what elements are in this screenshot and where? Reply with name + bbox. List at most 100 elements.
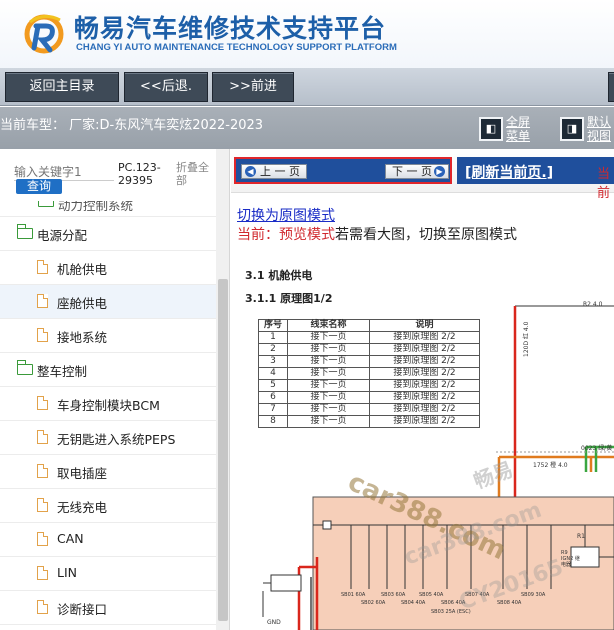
prev-page-label: 上 一 页 <box>260 165 300 178</box>
nav-bar: 返回主目录 <<后退. >>前进 <box>0 68 614 106</box>
table-row: 6 接下一页 接到原理图 2/2 <box>258 391 480 404</box>
cell: 3 <box>258 355 288 368</box>
wiring-diagram[interactable]: 3.1 机舱供电 3.1.1 原理图1/2 序号 线束名称 说明 1 接下一页 接到… <box>241 257 614 630</box>
cell: 接下一页 <box>287 355 370 368</box>
page-icon <box>37 532 48 546</box>
tree-item-peps[interactable]: 无钥匙进入系统PEPS <box>0 421 216 455</box>
next-page-button[interactable]: 下 一 页 ▶ <box>385 164 449 179</box>
tree-item-engine-power[interactable]: 机舱供电 <box>0 251 216 285</box>
tree-item-cabin-power[interactable]: 座舱供电 <box>0 285 216 319</box>
current-car-model: 当前车型： 厂家:D-东风汽车奕炫2022-2023 <box>0 118 264 133</box>
tree-item-bcm[interactable]: 车身控制模块BCM <box>0 387 216 421</box>
table-header: 线束名称 <box>287 319 370 332</box>
cell: 接下一页 <box>287 403 370 416</box>
mode-current: 当前：预览模式 <box>237 227 335 243</box>
default-view-link[interactable]: 默认 视图 <box>587 115 611 143</box>
page-icon <box>37 566 48 580</box>
tree-item-label: LIN <box>57 565 78 580</box>
page-icon <box>37 600 48 614</box>
scrollbar-thumb[interactable] <box>218 279 228 621</box>
search-button[interactable]: 查询 <box>16 179 62 194</box>
tree-item-label: 诊断接口 <box>57 602 108 617</box>
switch-original-mode-link[interactable]: 切换为原图模式 <box>237 205 335 225</box>
prev-page-button[interactable]: ◀ 上 一 页 <box>241 164 307 179</box>
tree-item-label: 座舱供电 <box>57 296 108 311</box>
tree-folder-partial[interactable]: 动力控制系统 <box>0 201 216 217</box>
sidebar-scrollbar[interactable] <box>216 149 229 630</box>
mode-status: 当前：预览模式若需看大图，切换至原图模式 <box>237 224 517 244</box>
tree-item-label: CAN <box>57 531 84 546</box>
cell: 接下一页 <box>287 331 370 344</box>
search-area: 查询 PC.123-29395 折叠全部 <box>0 149 216 201</box>
tree-item-can[interactable]: CAN <box>0 523 216 557</box>
page-icon <box>37 464 48 478</box>
page-icon <box>37 328 48 342</box>
table-row: 3 接下一页 接到原理图 2/2 <box>258 355 480 368</box>
arrow-left-icon: ◀ <box>245 166 256 177</box>
cell: 5 <box>258 379 288 392</box>
collapse-all-button[interactable]: 折叠全部 <box>176 161 216 187</box>
tree-folder-label: 动力控制系统 <box>58 201 134 213</box>
app-header: 畅易汽车维修技术支持平台 CHANG YI AUTO MAINTENANCE T… <box>0 0 614 68</box>
wiring-schematic <box>262 305 614 630</box>
fullscreen-menu-link[interactable]: 全屏 菜单 <box>506 115 530 143</box>
table-row: 1 接下一页 接到原理图 2/2 <box>258 331 480 344</box>
tree-item-lin[interactable]: LIN <box>0 557 216 591</box>
tree-item-label: 车身控制模块BCM <box>57 398 160 413</box>
table-row: 5 接下一页 接到原理图 2/2 <box>258 379 480 392</box>
cell: 接到原理图 2/2 <box>369 379 480 392</box>
back-button[interactable]: <<后退. <box>124 72 208 102</box>
cell: 2 <box>258 343 288 356</box>
cell: 接下一页 <box>287 379 370 392</box>
home-button[interactable]: 返回主目录 <box>5 72 119 102</box>
tree-folder-vehicle-control[interactable]: 整车控制 <box>0 353 216 387</box>
table-row: 2 接下一页 接到原理图 2/2 <box>258 343 480 356</box>
cell: 1 <box>258 331 288 344</box>
folder-open-icon <box>16 360 33 375</box>
refresh-bar: [刷新当前页.] <box>457 157 614 184</box>
section-title: 3.1 机舱供电 <box>245 269 313 282</box>
page-icon <box>37 396 48 410</box>
cell: 8 <box>258 415 288 428</box>
cell: 4 <box>258 367 288 380</box>
cell: 接到原理图 2/2 <box>369 403 480 416</box>
cell: 接下一页 <box>287 415 370 428</box>
cell: 6 <box>258 391 288 404</box>
brand-title: 畅易汽车维修技术支持平台 <box>74 14 387 43</box>
tree-item-wireless-charging[interactable]: 无线充电 <box>0 489 216 523</box>
table-row: 7 接下一页 接到原理图 2/2 <box>258 403 480 416</box>
page-icon <box>37 294 48 308</box>
page-icon <box>37 260 48 274</box>
default-view-icon[interactable]: ◨ <box>560 117 584 141</box>
pager-box: ◀ 上 一 页 下 一 页 ▶ <box>234 157 452 184</box>
table-row: 4 接下一页 接到原理图 2/2 <box>258 367 480 380</box>
tree-item-label: 无线充电 <box>57 500 108 515</box>
tree-folder-label: 电源分配 <box>37 228 88 243</box>
brand-subtitle: CHANG YI AUTO MAINTENANCE TECHNOLOGY SUP… <box>76 42 397 53</box>
cell: 接下一页 <box>287 391 370 404</box>
connector-index-table: 序号 线束名称 说明 1 接下一页 接到原理图 2/2 2 接下一页 接到原理图 2/2… <box>258 319 480 428</box>
nav-edge-button[interactable] <box>608 72 614 102</box>
tree-folder-label: 整车控制 <box>37 364 88 379</box>
tree-folder-power[interactable]: 电源分配 <box>0 217 216 251</box>
cell: 接到原理图 2/2 <box>369 391 480 404</box>
fullscreen-icon[interactable]: ◧ <box>479 117 503 141</box>
mode-tip: 若需看大图，切换至原图模式 <box>335 227 517 243</box>
tree-item-power-outlet[interactable]: 取电插座 <box>0 455 216 489</box>
forward-button[interactable]: >>前进 <box>212 72 294 102</box>
tree-item-label: 取电插座 <box>57 466 108 481</box>
nav-tree: 动力控制系统 电源分配 机舱供电 座舱供电 接地系统 整车控制 车身控制模块BC… <box>0 201 216 625</box>
sidebar: 查询 PC.123-29395 折叠全部 动力控制系统 电源分配 机舱供电 座舱… <box>0 149 230 630</box>
tree-item-diag-port[interactable]: 诊断接口 <box>0 591 216 625</box>
pager-bar: ◀ 上 一 页 下 一 页 ▶ [刷新当前页.] 当前 <box>231 149 614 201</box>
table-header: 说明 <box>369 319 480 332</box>
cell: 接到原理图 2/2 <box>369 367 480 380</box>
folder-open-icon <box>16 224 33 239</box>
refresh-page-link[interactable]: [刷新当前页.] <box>465 162 553 182</box>
pc-code: PC.123-29395 <box>118 161 161 187</box>
tree-item-ground[interactable]: 接地系统 <box>0 319 216 353</box>
arrow-right-icon: ▶ <box>434 166 445 177</box>
current-label-cut: 当前 <box>597 167 611 201</box>
cell: 接下一页 <box>287 343 370 356</box>
diagram-subtitle: 3.1.1 原理图1/2 <box>245 292 333 305</box>
